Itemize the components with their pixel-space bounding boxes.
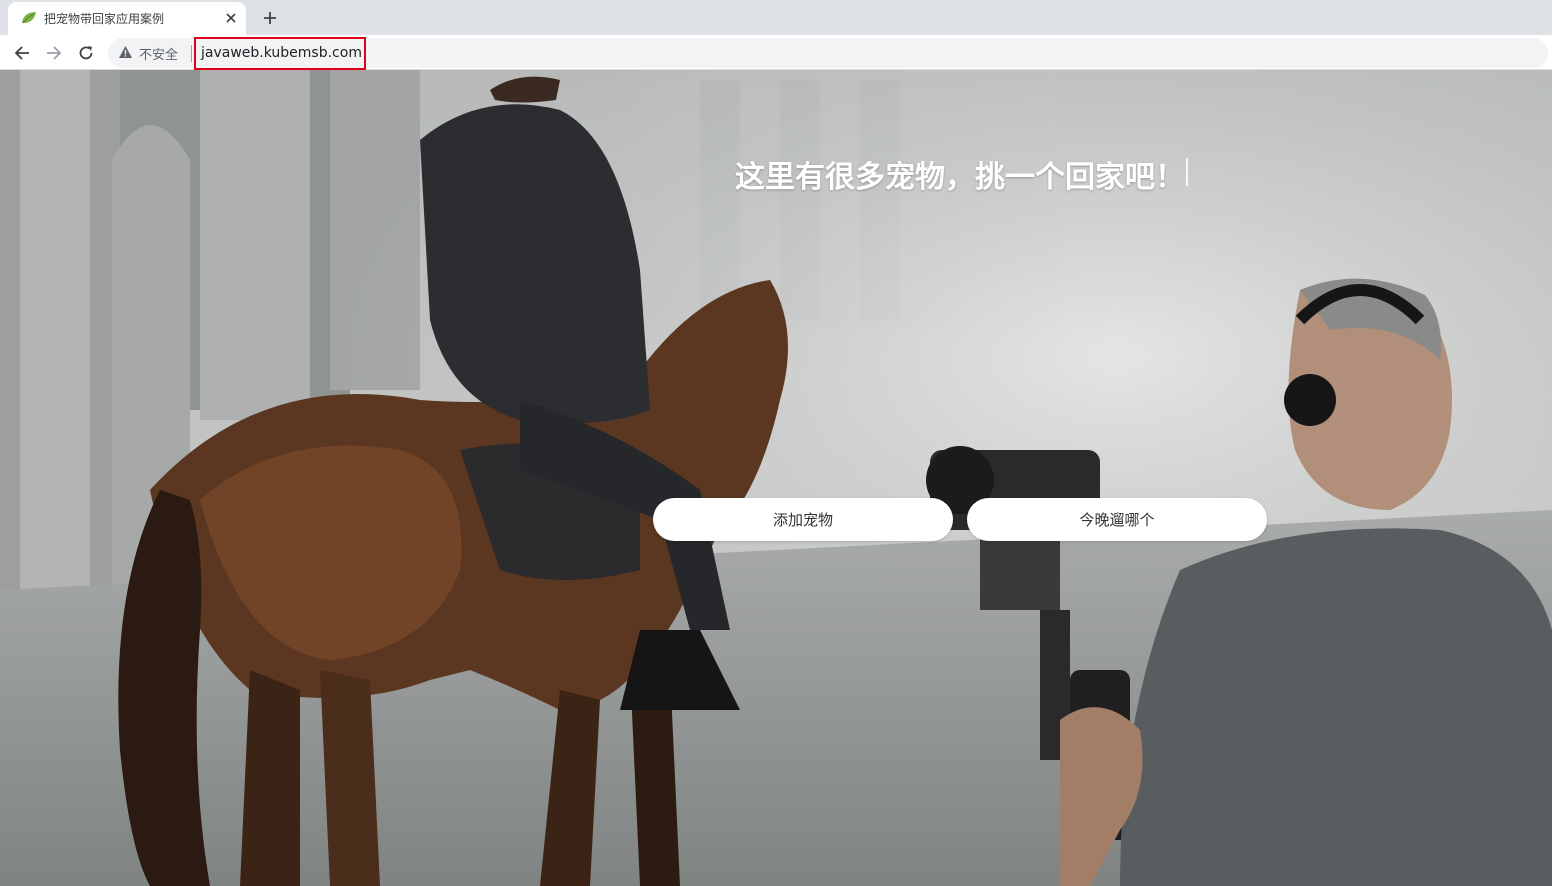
reload-icon[interactable] [73,40,99,66]
add-pet-button[interactable]: 添加宠物 [653,498,953,541]
browser-toolbar: 不安全 javaweb.kubemsb.com [0,35,1552,70]
arrow-right-icon[interactable] [41,40,67,66]
arrow-left-icon[interactable] [9,40,35,66]
security-label: 不安全 [139,47,179,63]
divider [191,45,192,62]
hero-headline: 这里有很多宠物，挑一个回家吧！ [735,160,1185,195]
plus-icon[interactable] [258,6,282,30]
security-chip[interactable]: 不安全 [118,44,179,63]
hero-section: 这里有很多宠物，挑一个回家吧！ 添加宠物 今晚遛哪个 [0,70,1552,886]
leaf-icon [20,10,38,26]
address-bar[interactable]: 不安全 javaweb.kubemsb.com [108,38,1548,68]
tab-strip: 把宠物带回家应用案例 [0,0,1552,35]
browser-tab[interactable]: 把宠物带回家应用案例 [8,2,246,35]
url-text[interactable]: javaweb.kubemsb.com [201,45,362,61]
close-icon[interactable] [222,9,240,27]
warning-triangle-icon [118,44,133,63]
typing-caret [1186,158,1188,186]
tab-title: 把宠物带回家应用案例 [44,12,165,26]
walk-which-tonight-button[interactable]: 今晚遛哪个 [967,498,1267,541]
